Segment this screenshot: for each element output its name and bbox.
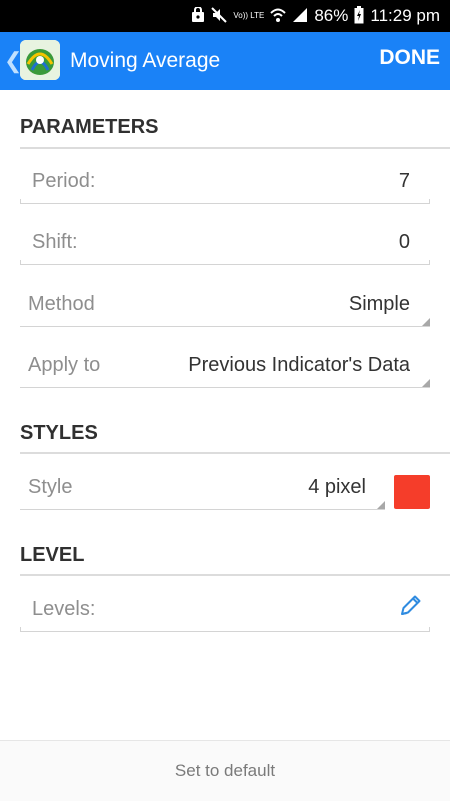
period-value[interactable]: 7	[399, 170, 410, 193]
page-title: Moving Average	[70, 49, 221, 72]
set-to-default-button[interactable]: Set to default	[0, 741, 450, 801]
style-value: 4 pixel	[308, 476, 366, 498]
apply-to-label: Apply to	[28, 354, 101, 376]
period-field[interactable]: Period: 7	[20, 158, 430, 204]
shift-field[interactable]: Shift: 0	[20, 219, 430, 265]
field-underline	[20, 509, 385, 510]
dropdown-indicator-icon	[422, 379, 430, 387]
shift-label: Shift:	[32, 231, 78, 253]
style-select[interactable]: Style 4 pixel	[20, 464, 385, 510]
period-label: Period:	[32, 170, 96, 192]
apply-to-value: Previous Indicator's Data	[188, 354, 410, 376]
signal-icon	[292, 7, 308, 25]
section-divider	[20, 147, 450, 149]
section-divider	[20, 452, 450, 454]
dropdown-indicator-icon	[377, 501, 385, 509]
app-bar: ❮ Moving Average DONE	[0, 32, 450, 90]
section-title-styles: STYLES	[20, 422, 98, 444]
volte-icon: Vo)) LTE	[233, 11, 265, 20]
shift-value[interactable]: 0	[399, 231, 410, 254]
status-bar: Vo)) LTE 86% 11:29 pm	[0, 0, 450, 32]
clock: 11:29 pm	[370, 6, 440, 25]
method-select[interactable]: Method Simple	[20, 281, 430, 327]
method-value: Simple	[348, 293, 410, 315]
mute-icon	[211, 7, 228, 25]
levels-field[interactable]: Levels:	[20, 586, 430, 632]
field-underline	[20, 264, 430, 265]
section-title-level: LEVEL	[20, 544, 85, 566]
dropdown-indicator-icon	[422, 318, 430, 326]
done-button[interactable]: DONE	[379, 46, 440, 70]
field-underline	[20, 203, 430, 204]
levels-label: Levels:	[32, 598, 96, 620]
wifi-icon	[270, 7, 287, 25]
style-label: Style	[28, 476, 73, 498]
pencil-icon[interactable]	[398, 592, 424, 623]
metatrader-logo-icon	[20, 40, 60, 80]
battery-percent: 86%	[314, 6, 349, 25]
section-divider	[20, 574, 450, 576]
bottom-bar: Set to default	[0, 740, 450, 801]
style-color-swatch[interactable]	[394, 475, 430, 509]
field-underline	[20, 631, 430, 632]
apply-to-select[interactable]: Apply to Previous Indicator's Data	[20, 342, 430, 388]
battery-icon	[354, 6, 364, 26]
field-underline	[20, 326, 430, 327]
field-underline	[20, 387, 430, 388]
section-title-parameters: PARAMETERS	[20, 116, 159, 138]
method-label: Method	[28, 293, 95, 315]
lock-icon	[191, 6, 205, 25]
